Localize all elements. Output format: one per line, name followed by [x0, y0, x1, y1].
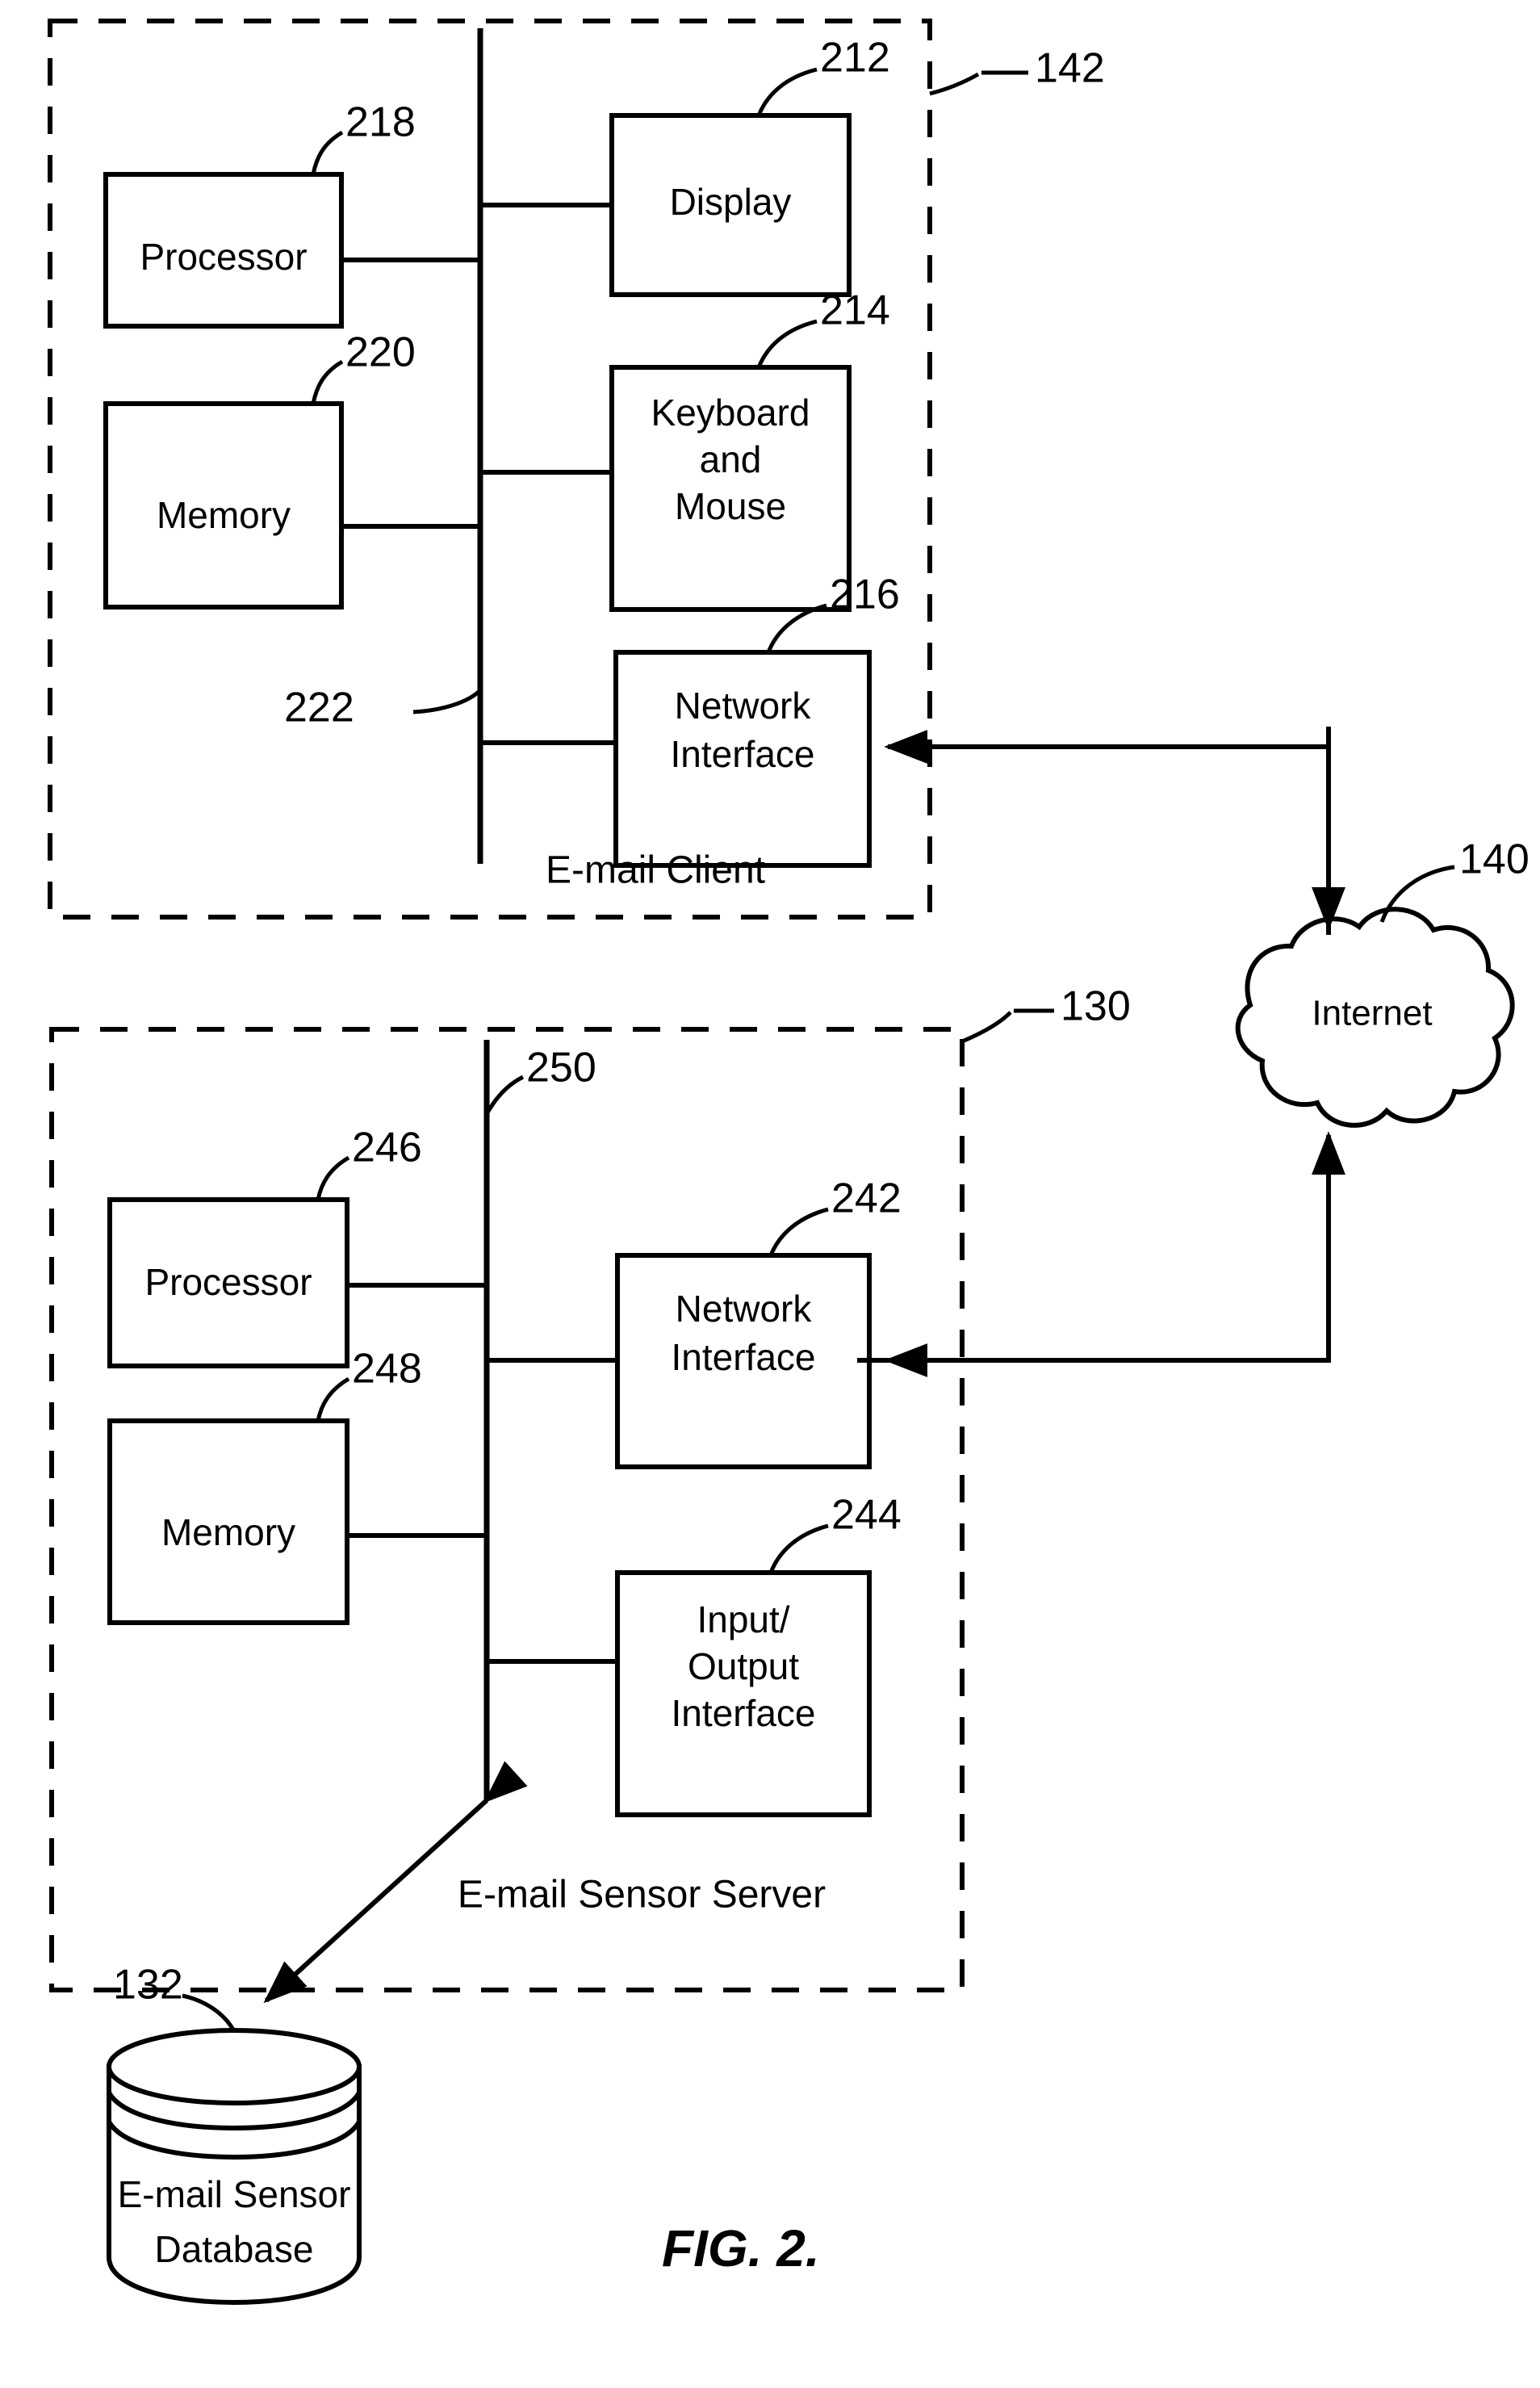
- ref-leader-248: [316, 1376, 350, 1422]
- ref-leader-218: [311, 130, 344, 175]
- server-io-interface-label-line1: Input/: [697, 1598, 789, 1640]
- ref-leader-216: [766, 603, 827, 653]
- database-label-line2: Database: [155, 2228, 314, 2270]
- client-keyboard-mouse-label-line1: Keyboard: [651, 392, 810, 434]
- client-memory-label: Memory: [157, 494, 291, 536]
- ref-leader-214: [756, 319, 818, 368]
- ref-leader-222: [412, 689, 482, 714]
- ref-label-246: 246: [352, 1125, 422, 1171]
- client-network-interface-label-line1: Network: [675, 685, 812, 727]
- ref-label-140: 140: [1459, 836, 1530, 883]
- client-network-interface-label-line2: Interface: [671, 733, 815, 775]
- ref-label-250: 250: [526, 1045, 596, 1091]
- ref-label-142: 142: [1035, 45, 1105, 92]
- server-network-interface-label-line1: Network: [676, 1288, 813, 1330]
- link-server-bus-database: [263, 1761, 528, 2004]
- database-label-line1: E-mail Sensor: [118, 2173, 351, 2215]
- ref-label-220: 220: [345, 329, 416, 376]
- database-cylinder-top: [107, 2028, 362, 2105]
- ref-label-132: 132: [113, 1962, 183, 2009]
- ref-label-244: 244: [831, 1492, 902, 1539]
- client-keyboard-mouse-label-line2: and: [700, 438, 762, 480]
- server-processor-label: Processor: [144, 1261, 312, 1303]
- client-block-group: Processor 218 Memory 220 Display 212 Key…: [48, 19, 1105, 920]
- client-keyboard-mouse-label-line3: Mouse: [675, 485, 786, 527]
- figure-caption: FIG. 2.: [662, 2219, 820, 2277]
- server-io-interface-label-line2: Output: [688, 1645, 799, 1687]
- server-block-group: 250 Processor 246 Memory 248 Network Int…: [49, 983, 1131, 1992]
- ref-leader-212: [756, 67, 818, 116]
- ref-leader-132: [182, 1993, 236, 2033]
- ref-leader-244: [768, 1523, 829, 1573]
- ref-label-218: 218: [345, 99, 416, 146]
- ref-leader-242: [768, 1207, 829, 1256]
- database-group: E-mail Sensor Database 132: [107, 1761, 528, 2306]
- link-internet-to-client-ni: [884, 730, 1331, 935]
- server-block-region-label: E-mail Sensor Server: [458, 1874, 826, 1917]
- client-internet-link-group: [884, 727, 1345, 935]
- client-display-label: Display: [670, 181, 792, 223]
- ref-label-222: 222: [284, 685, 354, 731]
- ref-label-242: 242: [831, 1175, 902, 1222]
- ref-label-130: 130: [1061, 983, 1131, 1030]
- internet-label: Internet: [1312, 994, 1432, 1033]
- server-network-interface-label-line2: Interface: [672, 1336, 816, 1378]
- ref-leader-246: [316, 1155, 350, 1200]
- server-internet-link-group: [857, 1131, 1345, 1377]
- patent-figure: Processor 218 Memory 220 Display 212 Key…: [0, 0, 1540, 2388]
- ref-leader-220: [311, 359, 344, 404]
- ref-leader-142: [929, 72, 980, 96]
- internet-cloud-group: Internet 140: [1235, 836, 1530, 1128]
- ref-label-248: 248: [352, 1346, 422, 1393]
- link-server-ni-to-internet: [857, 1131, 1345, 1363]
- ref-label-216: 216: [830, 572, 900, 618]
- server-io-interface-label-line3: Interface: [672, 1692, 816, 1734]
- client-processor-label: Processor: [140, 236, 307, 278]
- ref-leader-130: [961, 1011, 1012, 1044]
- ref-label-212: 212: [820, 35, 890, 82]
- client-block-region-label: E-mail Client: [546, 849, 765, 892]
- server-memory-label: Memory: [161, 1511, 295, 1553]
- ref-label-214: 214: [820, 287, 890, 334]
- figure-canvas: Processor 218 Memory 220 Display 212 Key…: [48, 19, 1530, 2306]
- ref-leader-250: [484, 1075, 525, 1116]
